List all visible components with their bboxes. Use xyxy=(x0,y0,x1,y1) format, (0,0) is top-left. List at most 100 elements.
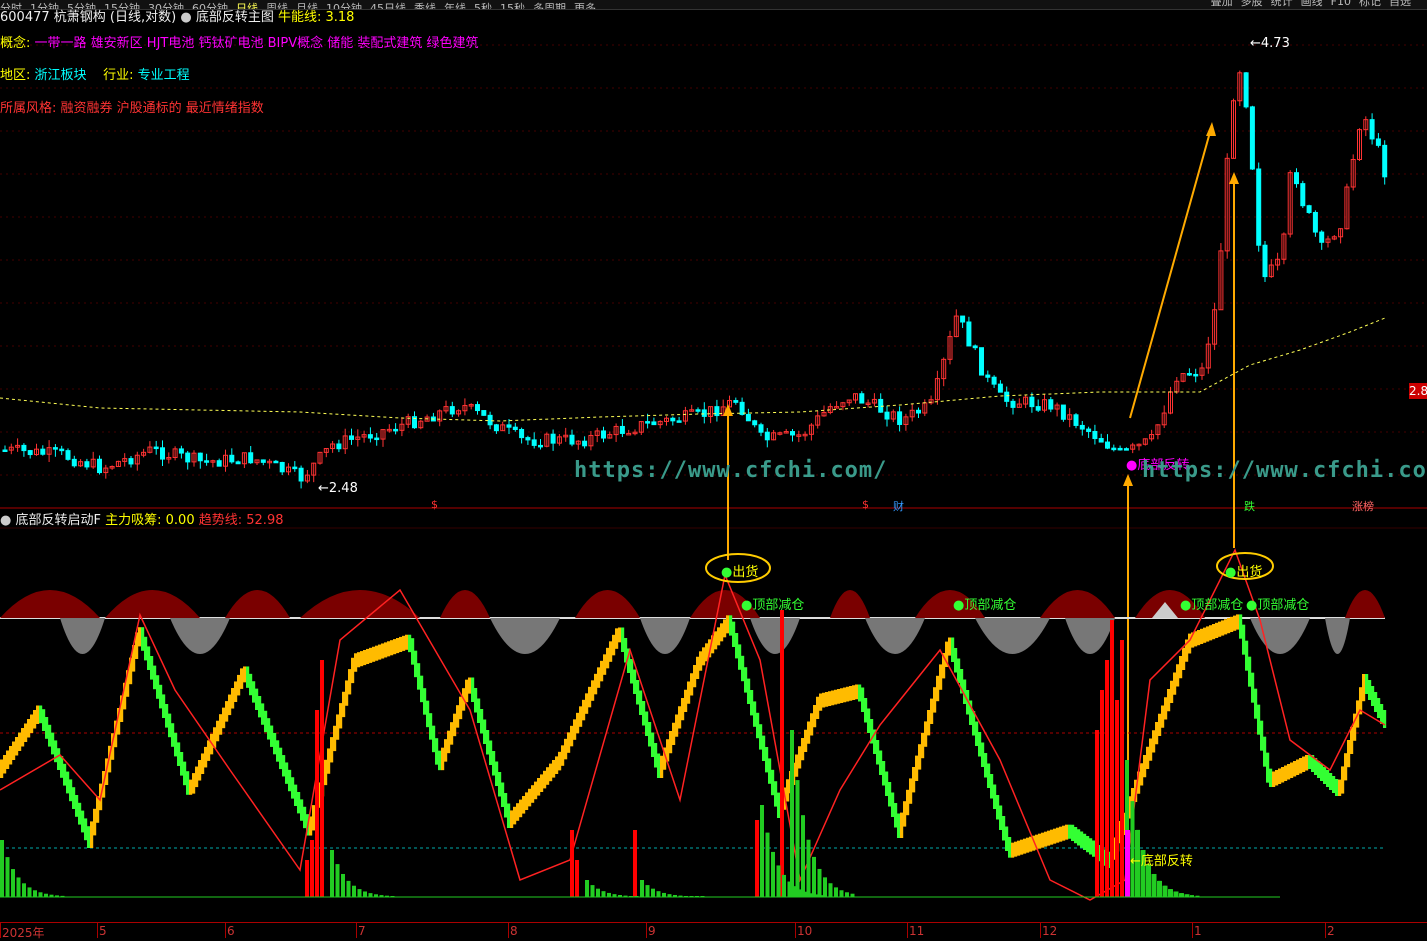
oscillator-band xyxy=(423,688,427,715)
oscillator-band xyxy=(1278,768,1282,784)
oscillator-band xyxy=(171,723,175,747)
oscillator-band xyxy=(582,699,586,721)
oscillator-band xyxy=(726,615,730,634)
oscillator-band xyxy=(1092,840,1096,857)
oscillator-band xyxy=(993,784,997,809)
oscillator-band xyxy=(585,693,589,714)
oscillator-band xyxy=(1233,615,1237,631)
oscillator-band xyxy=(69,779,73,802)
candle-body xyxy=(1010,400,1016,408)
oscillator-band xyxy=(1368,680,1372,700)
oscillator-band xyxy=(834,689,838,705)
candle-body xyxy=(260,459,266,463)
sell-signal-1-text: 出货 xyxy=(732,565,759,580)
candle-body xyxy=(991,376,997,385)
candle-body xyxy=(1306,205,1312,213)
indicator-collapse-icon[interactable]: ● xyxy=(0,513,11,528)
oscillator-band xyxy=(225,701,229,722)
oscillator-band xyxy=(507,803,511,828)
oscillator-band xyxy=(1161,705,1165,728)
red-volume-bar xyxy=(1115,700,1119,897)
oscillator-band xyxy=(336,714,340,740)
oscillator-band xyxy=(750,690,754,716)
date-tick-line xyxy=(508,923,509,938)
main-absorb-value: 0.00 xyxy=(165,513,195,528)
candle-body xyxy=(525,437,531,441)
lower-dip xyxy=(1325,618,1350,654)
candle-body xyxy=(1035,406,1041,411)
green-volume-bar xyxy=(782,874,786,897)
oscillator-band xyxy=(48,724,52,747)
oscillator-band xyxy=(714,631,718,650)
oscillator-band xyxy=(456,705,460,728)
green-volume-bar xyxy=(771,851,775,897)
green-volume-bar xyxy=(368,893,373,897)
oscillator-band xyxy=(3,755,7,774)
candle-body xyxy=(1092,430,1098,440)
oscillator-band xyxy=(1362,674,1366,702)
oscillator-band xyxy=(564,738,568,760)
oscillator-band xyxy=(912,767,916,793)
red-volume-bar xyxy=(755,820,759,897)
upper-hump xyxy=(105,590,200,618)
event-marker-5[interactable]: 涨榜 xyxy=(1352,498,1374,514)
oscillator-band xyxy=(399,636,403,652)
date-tick-line xyxy=(1192,923,1193,938)
date-tick-line xyxy=(795,923,796,938)
oscillator-band xyxy=(588,686,592,708)
oscillator-band xyxy=(540,774,544,792)
date-axis: 2025年 5 6 7 8 9 10 11 12 1 2 xyxy=(0,922,1427,940)
oscillator-band xyxy=(531,785,535,803)
indicator-name[interactable]: 底部反转启动F xyxy=(15,513,100,528)
oscillator-band xyxy=(555,756,559,774)
red-volume-bar xyxy=(305,860,309,897)
candle-body xyxy=(1312,211,1318,233)
oscillator-band xyxy=(525,792,529,810)
oscillator-band xyxy=(480,709,484,734)
green-volume-bar xyxy=(662,892,666,897)
oscillator-band xyxy=(717,627,721,646)
oscillator-band xyxy=(951,637,955,662)
oscillator-band xyxy=(1227,618,1231,634)
event-marker-3[interactable]: 财 xyxy=(893,498,904,514)
oscillator-band xyxy=(1248,656,1252,687)
oscillator-band xyxy=(831,690,835,706)
oscillator-band xyxy=(1038,833,1042,849)
red-volume-bar xyxy=(310,840,314,897)
trend-line-value: 52.98 xyxy=(246,513,284,528)
oscillator-band xyxy=(18,732,22,751)
event-marker-4[interactable]: 跌 xyxy=(1244,498,1255,514)
oscillator-band xyxy=(189,779,193,795)
oscillator-band xyxy=(339,703,343,729)
oscillator-band xyxy=(759,724,763,750)
candle-body xyxy=(695,409,701,412)
candle-body xyxy=(71,458,77,467)
oscillator-band xyxy=(1209,625,1213,641)
candle-body xyxy=(475,404,480,412)
red-volume-bar xyxy=(780,610,784,897)
main-absorb-label: 主力吸筹: xyxy=(105,513,162,528)
candle-body xyxy=(97,458,102,474)
oscillator-band xyxy=(282,755,286,777)
green-volume-bar xyxy=(1162,885,1167,897)
candle-body xyxy=(916,409,921,414)
oscillator-band xyxy=(954,648,958,673)
date-tick-7: 11 xyxy=(909,924,925,938)
event-marker-2[interactable]: $ xyxy=(862,498,869,511)
top-reduce-signal-1: ●顶部减仓 xyxy=(741,598,805,613)
oscillator-band xyxy=(741,655,745,682)
oscillator-band xyxy=(885,771,889,796)
oscillator-band xyxy=(546,767,550,785)
date-tick-line xyxy=(1040,923,1041,938)
upper-hump xyxy=(225,590,290,618)
event-marker-1[interactable]: $ xyxy=(431,498,438,511)
oscillator-band xyxy=(288,769,292,792)
date-tick-3: 7 xyxy=(358,924,366,938)
candle-body xyxy=(178,448,184,454)
oscillator-band xyxy=(279,747,283,770)
green-volume-bar xyxy=(760,805,764,897)
red-volume-bar xyxy=(1100,690,1104,897)
candle-body xyxy=(1262,244,1268,278)
sell-signal-2-text: 出货 xyxy=(1236,565,1263,580)
candle-body xyxy=(745,413,751,422)
